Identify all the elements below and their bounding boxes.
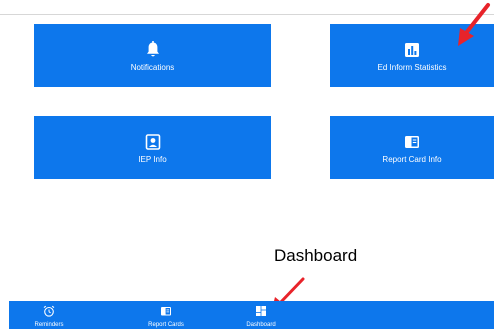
tab-reminders[interactable]: Reminders	[9, 301, 89, 329]
ed-inform-statistics-tile[interactable]: Ed Inform Statistics	[330, 24, 494, 87]
ed-inform-statistics-label: Ed Inform Statistics	[377, 63, 447, 72]
bottom-tab-bar: Reminders Report Cards Dashboard	[9, 301, 494, 329]
notifications-label: Notifications	[130, 63, 175, 72]
report-card-info-tile[interactable]: Report Card Info	[330, 116, 494, 179]
top-divider	[0, 14, 494, 15]
bar-chart-icon	[405, 43, 419, 57]
bell-icon	[146, 41, 159, 57]
tab-reminders-label: Reminders	[34, 322, 64, 328]
user-card-icon	[145, 134, 160, 150]
tab-report-cards[interactable]: Report Cards	[126, 301, 206, 329]
report-card-icon	[161, 307, 171, 316]
report-card-icon	[405, 136, 419, 148]
alarm-clock-icon	[43, 305, 55, 317]
dashboard-callout-text: Dashboard	[274, 246, 358, 265]
report-card-info-label: Report Card Info	[382, 155, 442, 164]
iep-info-label: IEP Info	[138, 155, 167, 164]
notifications-tile[interactable]: Notifications	[34, 24, 271, 87]
tab-report-cards-label: Report Cards	[148, 322, 184, 328]
tab-dashboard[interactable]: Dashboard	[221, 301, 301, 329]
iep-info-tile[interactable]: IEP Info	[34, 116, 271, 179]
tab-dashboard-label: Dashboard	[246, 322, 276, 328]
dashboard-icon	[256, 306, 266, 316]
